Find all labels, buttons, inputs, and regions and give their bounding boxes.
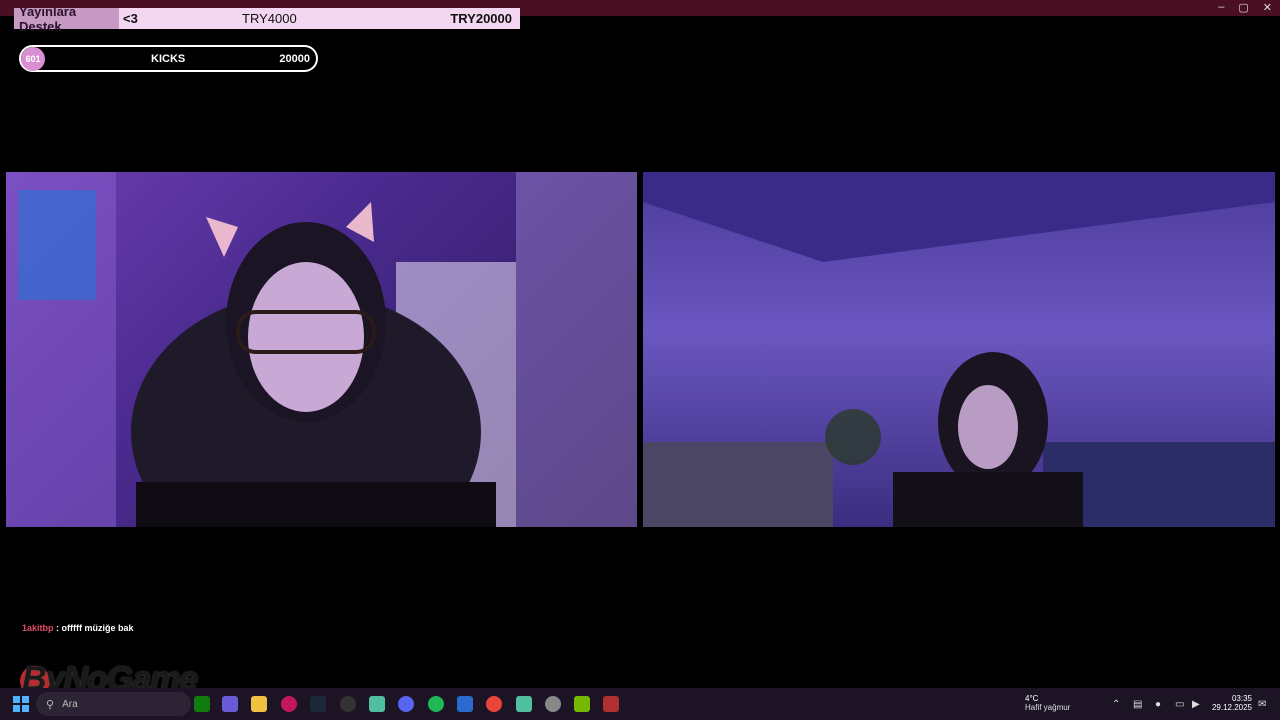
winrar-icon[interactable] [603, 696, 619, 712]
nvidia-icon[interactable] [574, 696, 590, 712]
webcam-left-scene [6, 172, 637, 527]
app-icon-teal[interactable] [369, 696, 385, 712]
app-icon-teal-2[interactable] [516, 696, 532, 712]
chat-separator: : [53, 623, 62, 633]
kicks-count-badge: 601 [21, 46, 45, 71]
donation-goal-label: Yayınlara Destek [14, 4, 119, 34]
taskbar: ⚲ Ara 4°C Hafif yağmur ⌃ ▤ ● ▭ ▶ 03:35 2… [0, 688, 1280, 720]
donation-goal-target: TRY20000 [450, 11, 512, 26]
taskbar-search[interactable]: ⚲ Ara [36, 692, 191, 716]
weather-desc: Hafif yağmur [1025, 703, 1071, 712]
maximize-button[interactable]: ▢ [1238, 1, 1248, 14]
chat-username: 1akitbp [22, 623, 54, 633]
app-icon-pink[interactable] [281, 696, 297, 712]
clock-date: 29.12.2025 [1211, 703, 1252, 712]
minimize-button[interactable]: – [1218, 1, 1224, 14]
close-button[interactable]: ✕ [1263, 1, 1272, 14]
donation-goal-bar: Yayınlara Destek <3 TRY4000 TRY20000 [14, 4, 520, 34]
chrome-icon[interactable] [486, 696, 502, 712]
discord-icon[interactable] [398, 696, 414, 712]
chat-text: offfff müziğe bak [61, 623, 134, 633]
donation-goal-current: TRY4000 [242, 11, 297, 26]
steam-icon[interactable] [310, 696, 326, 712]
window-controls: – ▢ ✕ [1218, 1, 1272, 14]
search-icon: ⚲ [46, 698, 55, 711]
clock-time: 03:35 [1231, 694, 1252, 703]
weather-widget[interactable]: 4°C Hafif yağmur [1007, 694, 1070, 712]
donation-goal-heart: <3 [123, 11, 138, 26]
microphone-icon[interactable]: ● [1155, 699, 1161, 710]
kicks-label: KICKS [151, 52, 186, 65]
copilot-icon[interactable] [222, 696, 238, 712]
display-icon[interactable]: ▭ [1175, 699, 1184, 710]
webcam-right-scene [643, 172, 1275, 527]
webcam-feed-right [643, 172, 1275, 527]
search-placeholder: Ara [62, 698, 78, 710]
spotify-icon[interactable] [428, 696, 444, 712]
weather-temp: 4°C [1025, 694, 1039, 703]
kicks-goal-bar: 601 KICKS 20000 [19, 45, 318, 72]
notification-icon[interactable]: ✉ [1258, 699, 1266, 710]
chat-message: 1akitbp : offfff müziğe bak [22, 623, 134, 633]
webcam-feed-left [6, 172, 637, 527]
xbox-icon[interactable] [194, 696, 210, 712]
kicks-target: 20000 [279, 52, 310, 65]
tray-overflow-chevron-icon[interactable]: ⌃ [1112, 699, 1120, 710]
volume-icon[interactable]: ▶ [1192, 699, 1200, 710]
network-icon[interactable]: ▤ [1133, 699, 1142, 710]
windows-start-icon[interactable] [13, 696, 29, 712]
settings-gear-icon[interactable] [545, 696, 561, 712]
obs-icon[interactable] [340, 696, 356, 712]
system-clock[interactable]: 03:35 29.12.2025 [1208, 694, 1252, 712]
app-icon-blue[interactable] [457, 696, 473, 712]
file-explorer-icon[interactable] [251, 696, 267, 712]
